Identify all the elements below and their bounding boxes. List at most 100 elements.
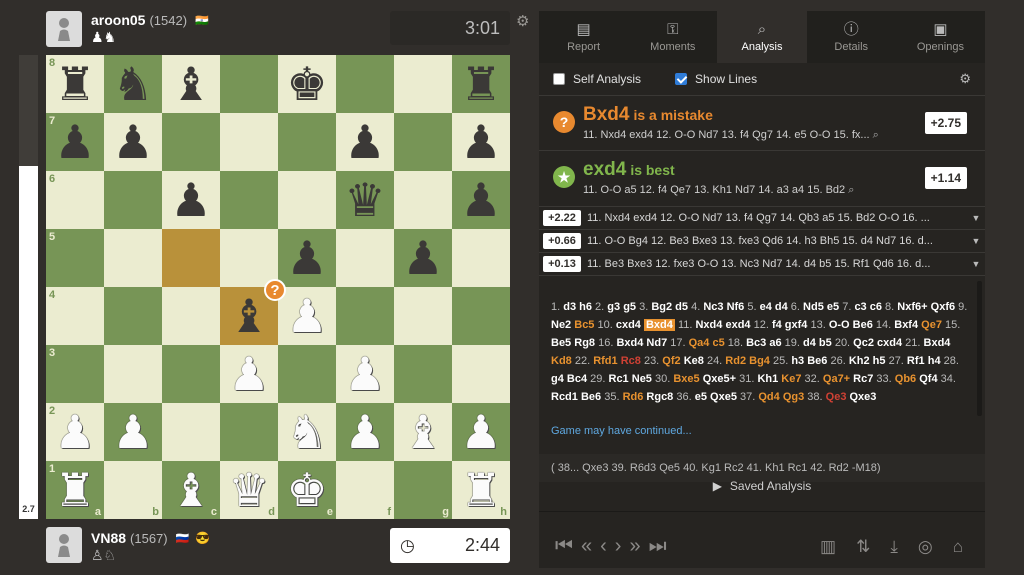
bar-chart-icon[interactable]: ▥: [820, 537, 836, 557]
fast-forward-icon[interactable]: »: [629, 535, 640, 558]
square-c7[interactable]: [162, 113, 220, 171]
square-g7[interactable]: [394, 113, 452, 171]
black-queen-piece[interactable]: ♛: [344, 177, 385, 223]
black-knight-piece[interactable]: ♞: [112, 61, 153, 107]
square-b8[interactable]: ♞: [104, 55, 162, 113]
square-a1[interactable]: 1 a ♜: [46, 461, 104, 519]
white-pawn-piece[interactable]: ♟: [344, 351, 385, 397]
square-d4[interactable]: ♝?: [220, 279, 286, 345]
square-f1[interactable]: f: [336, 461, 394, 519]
tab-details[interactable]: ⓘ Details: [807, 11, 896, 63]
flip-board-icon[interactable]: ⇅: [856, 537, 870, 557]
last-move-icon[interactable]: ⏭: [649, 535, 667, 558]
square-h7[interactable]: ♟: [452, 113, 510, 171]
square-h2[interactable]: ♟: [452, 403, 510, 461]
white-pawn-piece[interactable]: ♟: [344, 409, 385, 455]
square-c6[interactable]: ♟: [162, 171, 220, 229]
square-c3[interactable]: [162, 345, 220, 403]
square-h5[interactable]: [452, 229, 510, 287]
square-h6[interactable]: ♟: [452, 171, 510, 229]
moves-scrollbar[interactable]: [977, 281, 982, 416]
black-pawn-piece[interactable]: ♟: [170, 177, 211, 223]
engine-line[interactable]: +0.66 11. O-O Bg4 12. Be3 Bxe3 13. fxe3 Q…: [539, 230, 985, 253]
square-f2[interactable]: ♟: [336, 403, 394, 461]
engine-line[interactable]: +0.13 11. Be3 Bxe3 12. fxe3 O-O 13. Nc3 N…: [539, 253, 985, 276]
square-d2[interactable]: [220, 403, 278, 461]
square-f8[interactable]: [336, 55, 394, 113]
square-d1[interactable]: d ♛: [220, 461, 278, 519]
square-e7[interactable]: [278, 113, 336, 171]
square-f6[interactable]: ♛: [336, 171, 394, 229]
black-pawn-piece[interactable]: ♟: [460, 119, 501, 165]
square-h1[interactable]: h ♜: [452, 461, 510, 519]
white-pawn-piece[interactable]: ♟: [460, 409, 501, 455]
black-bishop-piece[interactable]: ♝: [170, 61, 211, 107]
square-b1[interactable]: b: [104, 461, 162, 519]
analysis-settings-gear-icon[interactable]: ⚙: [959, 71, 971, 87]
previous-move-icon[interactable]: ‹: [600, 535, 607, 558]
white-rook-piece[interactable]: ♜: [54, 467, 95, 513]
white-rook-piece[interactable]: ♜: [460, 467, 501, 513]
tab-report[interactable]: ▤ Report: [539, 11, 628, 63]
square-g5[interactable]: ♟: [394, 229, 452, 287]
square-g4[interactable]: [394, 287, 452, 345]
square-e5[interactable]: ♟: [278, 229, 336, 287]
white-king-piece[interactable]: ♚: [286, 467, 327, 513]
target-icon[interactable]: ◎: [918, 537, 933, 557]
square-d6[interactable]: [220, 171, 278, 229]
self-analysis-checkbox[interactable]: [553, 73, 565, 85]
square-c4[interactable]: [162, 287, 220, 345]
square-g2[interactable]: ♝: [394, 403, 452, 461]
white-pawn-piece[interactable]: ♟: [228, 351, 269, 397]
black-bishop-piece[interactable]: ♝: [228, 293, 269, 339]
square-f4[interactable]: [336, 287, 394, 345]
square-a4[interactable]: 4: [46, 287, 104, 345]
square-e3[interactable]: [278, 345, 336, 403]
tab-moments[interactable]: ⚿ Moments: [628, 11, 717, 63]
first-move-icon[interactable]: ⏮: [555, 535, 573, 558]
square-b2[interactable]: ♟: [104, 403, 162, 461]
square-g6[interactable]: [394, 171, 452, 229]
square-f5[interactable]: [336, 229, 394, 287]
square-e1[interactable]: e ♚: [278, 461, 336, 519]
top-player-name[interactable]: aroon05: [91, 12, 145, 28]
game-continued-link[interactable]: Game may have continued...: [551, 422, 971, 440]
white-queen-piece[interactable]: ♛: [228, 467, 269, 513]
square-a2[interactable]: 2 ♟: [46, 403, 104, 461]
square-b6[interactable]: [104, 171, 162, 229]
chess-board[interactable]: 8 ♜ ♞ ♝ ♚ ♜ 7 ♟ ♟ ♟ ♟ 6 ♟ ♛ ♟ 5 ♟ ♟ 4 ♝? ♟ 3 ♟ ♟ 2 ♟ ♟ ♞ ♟ ♝ ♟ 1 a ♜ b c ♝ d ♛…: [46, 55, 510, 519]
square-c8[interactable]: ♝: [162, 55, 220, 113]
download-icon[interactable]: ⤓: [890, 537, 898, 557]
top-player-avatar[interactable]: [46, 11, 82, 47]
square-g8[interactable]: [394, 55, 452, 113]
bottom-player-name[interactable]: VN88: [91, 530, 126, 546]
square-d8[interactable]: [220, 55, 278, 113]
white-pawn-piece[interactable]: ♟: [54, 409, 95, 455]
bottom-player-avatar[interactable]: [46, 527, 82, 563]
move-list-text[interactable]: 1. d3 h6 2. g3 g5 3. Bg2 d5 4. Nc3 Nf6 5…: [551, 298, 971, 406]
square-e2[interactable]: ♞: [278, 403, 336, 461]
square-a8[interactable]: 8 ♜: [46, 55, 104, 113]
square-d3[interactable]: ♟: [220, 345, 278, 403]
museum-icon[interactable]: ⌂: [953, 537, 963, 557]
black-pawn-piece[interactable]: ♟: [54, 119, 95, 165]
square-d5[interactable]: [220, 229, 278, 287]
next-move-icon[interactable]: ›: [615, 535, 622, 558]
square-e8[interactable]: ♚: [278, 55, 336, 113]
square-b5[interactable]: [104, 229, 162, 287]
black-pawn-piece[interactable]: ♟: [402, 235, 443, 281]
white-knight-piece[interactable]: ♞: [286, 409, 327, 455]
black-rook-piece[interactable]: ♜: [54, 61, 95, 107]
square-a5[interactable]: 5: [46, 229, 104, 287]
square-c1[interactable]: c ♝: [162, 461, 220, 519]
black-pawn-piece[interactable]: ♟: [286, 235, 327, 281]
self-analysis-label[interactable]: Self Analysis: [573, 72, 641, 86]
square-g3[interactable]: [394, 345, 452, 403]
tab-openings[interactable]: ▣ Openings: [896, 11, 985, 63]
square-f7[interactable]: ♟: [336, 113, 394, 171]
show-lines-checkbox[interactable]: [675, 73, 688, 85]
square-e4[interactable]: ♟: [278, 287, 336, 345]
square-a6[interactable]: 6: [46, 171, 104, 229]
fast-back-icon[interactable]: «: [581, 535, 592, 558]
chevron-down-icon[interactable]: ▼: [967, 236, 985, 246]
